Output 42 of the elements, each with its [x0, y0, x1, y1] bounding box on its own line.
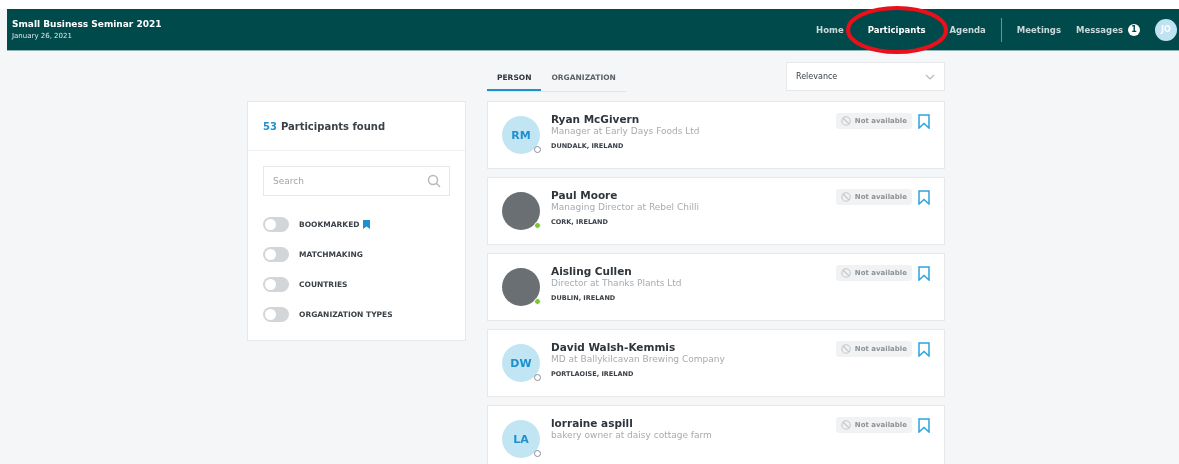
sort-dropdown[interactable]: Relevance: [786, 62, 945, 91]
search-field[interactable]: Search: [263, 166, 450, 196]
participant-role: Manager at Early Days Foods Ltd: [551, 126, 701, 136]
initials-avatar: DW: [502, 344, 540, 382]
participant-name: Paul Moore: [551, 189, 619, 201]
result-count: 53: [263, 120, 277, 132]
participant-name: Aisling Cullen: [551, 265, 633, 277]
search-icon: [427, 174, 441, 188]
participant-name: lorraine aspill: [551, 417, 634, 429]
blocked-icon: [840, 344, 851, 354]
toggle-switch[interactable]: [263, 276, 289, 292]
initials-avatar: LA: [502, 420, 540, 458]
participant-name: David Walsh-Kemmis: [551, 341, 677, 353]
photo-placeholder: [502, 268, 540, 306]
blocked-icon: [840, 420, 851, 430]
nav-link[interactable]: Home: [816, 24, 844, 35]
blocked-icon: [840, 192, 851, 202]
toggle-switch[interactable]: [263, 216, 289, 232]
participant-role: Managing Director at Rebel Chilli: [551, 202, 700, 212]
bookmark-icon[interactable]: [918, 265, 930, 281]
toggle-switch[interactable]: [263, 306, 289, 322]
initials-avatar: RM: [502, 116, 540, 154]
result-label: Participants found: [280, 120, 386, 132]
participant-role: bakery owner at daisy cottage farm: [551, 430, 713, 440]
event-title: Small Business Seminar 2021: [12, 19, 162, 29]
nav-link[interactable]: Participants: [867, 24, 926, 35]
bookmark-icon[interactable]: [918, 113, 930, 129]
bookmark-icon[interactable]: [918, 189, 930, 205]
participant-role: Director at Thanks Plants Ltd: [551, 278, 683, 288]
participant-role: MD at Ballykilcavan Brewing Company: [551, 354, 726, 364]
nav-link[interactable]: Messages: [1076, 24, 1123, 35]
bookmark-icon[interactable]: [918, 341, 930, 357]
chevron-icon: [925, 73, 935, 80]
blocked-icon: [840, 116, 851, 126]
toggle-switch[interactable]: [263, 246, 289, 262]
count-badge: 1: [1128, 23, 1140, 36]
participant-name: Ryan McGivern: [551, 113, 641, 125]
nav-link[interactable]: Meetings: [1016, 24, 1061, 35]
blocked-icon: [840, 268, 851, 278]
nav-link[interactable]: Agenda: [949, 24, 986, 35]
bookmark-icon[interactable]: [918, 417, 930, 433]
photo-placeholder: [502, 192, 540, 230]
